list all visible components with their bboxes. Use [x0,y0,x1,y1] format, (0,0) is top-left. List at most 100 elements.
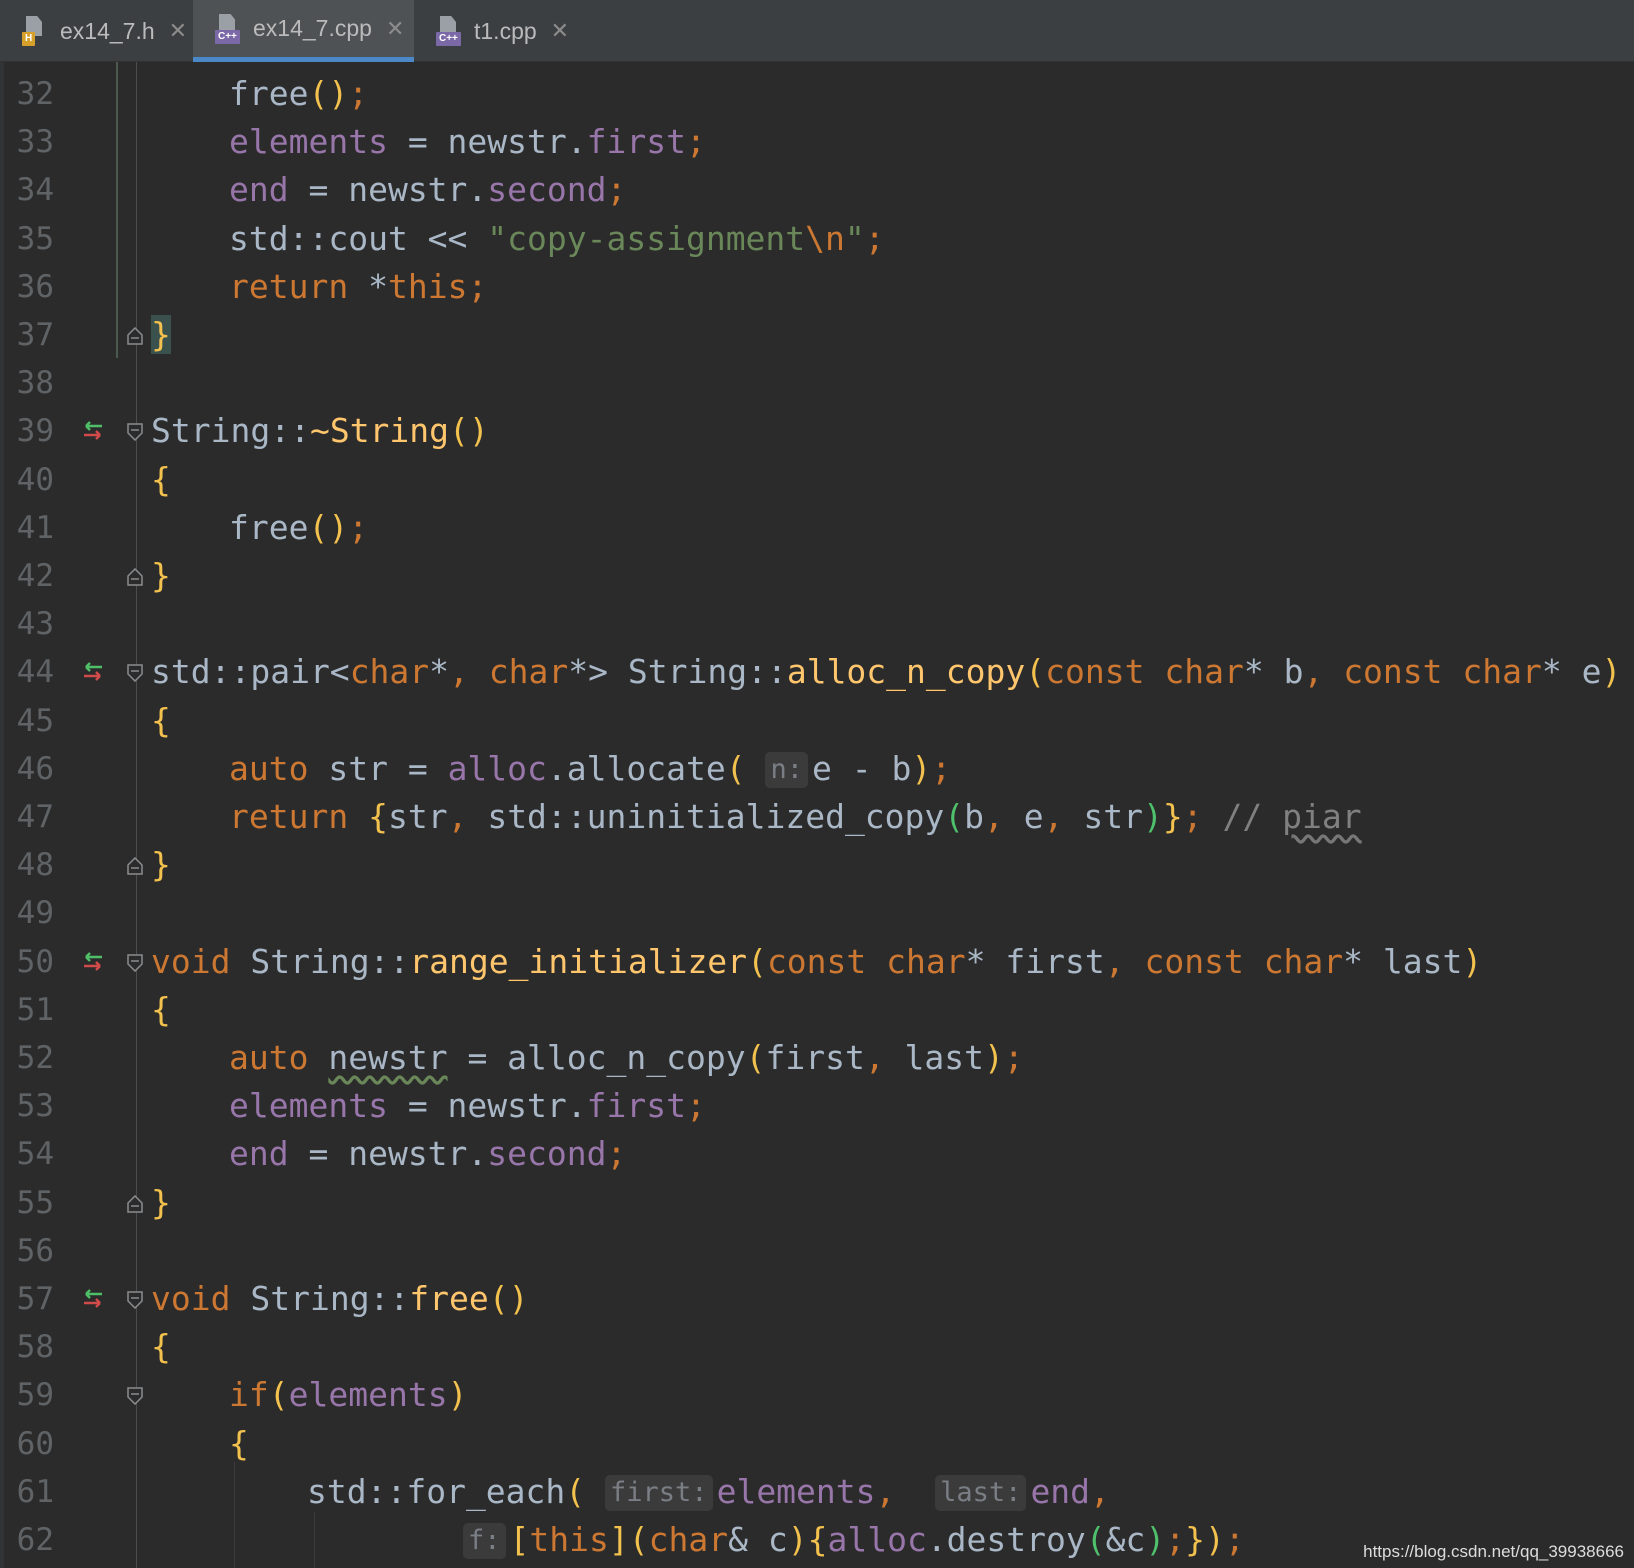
line-number: 54 [16,1136,54,1173]
code-editor[interactable]: 32 free(); 33 elements = newstr.first; 34 end… [0,62,1634,1568]
code-line[interactable]: 44 std::pair<char*, char*> String::alloc_… [0,648,1634,696]
line-number: 62 [16,1522,54,1558]
code-line[interactable]: 55} [0,1179,1634,1227]
tab-ex14-7-h[interactable]: H ex14_7.h ✕ [0,0,192,62]
fold-start-icon[interactable] [127,423,143,442]
tab-label: t1.cpp [474,17,537,44]
code-line[interactable]: 42} [0,552,1634,600]
line-number: 39 [16,413,54,450]
line-number: 36 [16,268,54,305]
code-line[interactable]: 52 auto newstr = alloc_n_copy(first, last… [0,1034,1634,1082]
line-number: 37 [16,317,54,353]
code-line[interactable]: 51 { [0,986,1634,1034]
code-line[interactable]: 49 [0,889,1634,937]
line-number: 42 [16,558,54,594]
code-text: end = newstr.second; [229,170,627,210]
watermark: https://blog.csdn.net/qq_39938666 [1363,1542,1624,1561]
code-line[interactable]: 48} [0,841,1634,889]
code-text: } [151,845,171,885]
code-text: { [151,700,171,740]
code-line[interactable]: 37} [0,311,1634,359]
cpp-file-icon: C++ [434,16,464,46]
code-line[interactable]: 60 { [0,1420,1634,1468]
code-text: end = newstr.second; [229,1134,627,1174]
close-icon[interactable]: ✕ [386,16,404,42]
code-line[interactable]: 35 std::cout << "copy-assignment\n"; [0,215,1634,263]
close-icon[interactable]: ✕ [169,18,187,44]
code-line[interactable]: 54 end = newstr.second; [0,1130,1634,1178]
tab-t1-cpp[interactable]: C++ t1.cpp ✕ [414,0,584,62]
code-text: return {str, std::uninitialized_copy(b, … [229,797,1362,836]
code-line[interactable]: 57 void String::free() [0,1275,1634,1323]
cpp-file-icon: C++ [213,13,243,44]
code-line[interactable]: 39 String::~String() [0,407,1634,455]
code-line[interactable]: 56 [0,1227,1634,1275]
code-line[interactable]: 46 auto str = alloc.allocate( n: e - b); [0,745,1634,793]
code-text: } [151,1182,171,1222]
override-arrows-icon[interactable] [80,661,106,683]
line-number: 56 [16,1232,54,1269]
fold-start-icon[interactable] [127,1387,143,1406]
line-number: 51 [16,991,54,1028]
fold-end-icon[interactable] [127,567,143,586]
line-number: 45 [16,702,54,739]
line-number: 49 [16,895,54,932]
code-text: std::for_each( first: elements, last: end, [307,1471,1110,1511]
code-text: { [151,1327,171,1367]
tab-ex14-7-cpp[interactable]: C++ ex14_7.cpp ✕ [193,0,414,62]
code-line[interactable]: 59 if(elements) [0,1371,1634,1419]
line-number: 55 [16,1184,54,1221]
close-icon[interactable]: ✕ [551,18,569,44]
code-text: std::cout << "copy-assignment\n"; [229,218,885,258]
code-text: } [151,556,171,595]
code-text: std::pair<char*, char*> String::alloc_n_… [151,652,1622,692]
line-number: 46 [16,750,54,787]
line-number: 41 [16,509,54,546]
code-line[interactable]: 41 free(); [0,504,1634,552]
code-line[interactable]: 34 end = newstr.second; [0,166,1634,214]
code-line[interactable]: 32 free(); [0,70,1634,118]
override-arrows-icon[interactable] [80,951,106,973]
line-number: 48 [16,847,54,884]
fold-start-icon[interactable] [127,953,143,972]
code-text: } [151,315,171,354]
fold-end-icon[interactable] [127,857,143,875]
line-number: 57 [16,1281,54,1317]
code-line[interactable]: 33 elements = newstr.first; [0,118,1634,166]
code-line[interactable]: 36 return *this; [0,263,1634,311]
override-arrows-icon[interactable] [80,420,106,442]
fold-start-icon[interactable] [127,1291,143,1310]
fold-start-icon[interactable] [127,664,143,683]
line-number: 47 [16,799,54,835]
tab-label: ex14_7.cpp [253,15,372,41]
line-number: 59 [16,1377,54,1414]
code-text: { [151,989,171,1029]
code-text: f: [this](char& c){alloc.destroy(&c);}); [463,1516,1245,1564]
fold-end-icon[interactable] [127,1194,143,1213]
editor-tab-bar: H ex14_7.h ✕ C++ ex14_7.cpp ✕ C++ t1.cpp… [0,0,1634,62]
line-number: 61 [16,1473,54,1510]
code-text: auto newstr = alloc_n_copy(first, last); [229,1038,1024,1077]
line-number: 40 [16,461,54,498]
code-line[interactable]: 50 void String::range_initializer(const c… [0,938,1634,986]
code-text: auto str = alloc.allocate( n: e - b); [229,748,952,788]
line-number: 60 [16,1425,54,1462]
code-line[interactable]: 61 std::for_each( first: elements, last: en… [0,1468,1634,1516]
code-text: { [151,459,171,499]
code-line[interactable]: 53 elements = newstr.first; [0,1082,1634,1130]
line-number: 33 [16,124,54,161]
line-number: 52 [16,1040,54,1076]
code-line[interactable]: 45 { [0,697,1634,745]
code-text: return *this; [229,266,488,306]
tab-label: ex14_7.h [60,17,155,44]
code-line[interactable]: 58 { [0,1323,1634,1371]
code-line[interactable]: 47 return {str, std::uninitialized_copy(b… [0,793,1634,841]
code-line[interactable]: 38 [0,359,1634,407]
line-number: 58 [16,1329,54,1366]
fold-end-icon[interactable] [127,326,143,345]
code-text: void String::free() [151,1279,529,1318]
code-line[interactable]: 43 [0,600,1634,648]
code-text: elements = newstr.first; [229,122,706,162]
override-arrows-icon[interactable] [80,1288,106,1310]
code-line[interactable]: 40 { [0,456,1634,504]
